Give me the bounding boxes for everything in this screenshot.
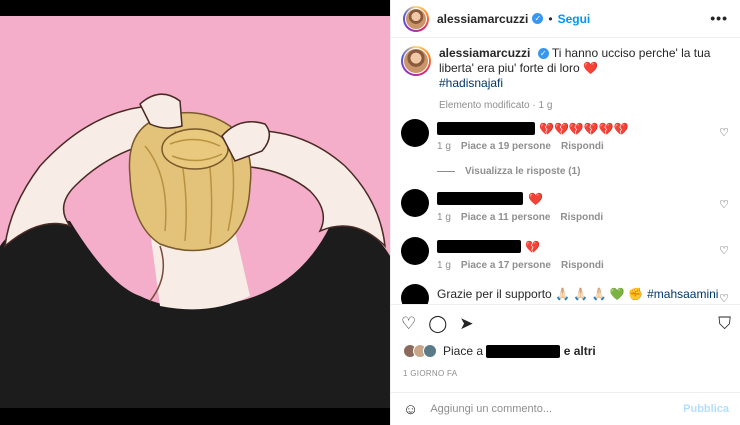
redacted-username (437, 240, 521, 253)
redacted-username (437, 122, 535, 135)
letterbox-top (0, 0, 390, 16)
add-comment-bar: ☺ Pubblica (391, 392, 740, 425)
comment-avatar[interactable] (401, 237, 429, 265)
comment-avatar[interactable] (401, 189, 429, 217)
comment-like-icon[interactable]: ♡ (719, 126, 729, 139)
share-icon[interactable]: ➤ (459, 314, 473, 334)
post-modal: alessiamarcuzzi ✓ • Segui ••• alessiamar… (0, 0, 740, 425)
comment-emoji: 💔💔💔💔💔💔 (539, 121, 629, 136)
comment-like-icon[interactable]: ♡ (719, 244, 729, 257)
post-time: 1 GIORNO FA (403, 369, 458, 378)
caption-hashtag[interactable]: #hadisnajafi (439, 76, 731, 91)
likes-prefix: Piace a (443, 344, 484, 358)
avatar[interactable] (403, 5, 429, 32)
reply-button[interactable]: Rispondi (560, 212, 603, 223)
post-header: alessiamarcuzzi ✓ • Segui ••• (391, 0, 740, 38)
comment-emoji: 💔 (525, 239, 540, 254)
letterbox-bottom (0, 408, 390, 425)
post-image[interactable] (0, 0, 390, 425)
separator-dot: • (548, 11, 553, 26)
comment-avatar[interactable] (401, 284, 429, 304)
comment-input[interactable] (430, 403, 671, 415)
post-caption: alessiamarcuzzi ✓ Ti hanno ucciso perche… (401, 46, 731, 113)
redacted-username (437, 192, 523, 205)
comment-emoji: ❤️ (528, 191, 543, 206)
emoji-icon[interactable]: ☺ (403, 401, 418, 418)
reply-button[interactable]: Rispondi (561, 141, 604, 152)
comment-likes[interactable]: Piace a 17 persone (461, 260, 551, 271)
follow-button[interactable]: Segui (558, 12, 591, 26)
comments-list[interactable]: alessiamarcuzzi ✓ Ti hanno ucciso perche… (391, 38, 740, 304)
redacted-liker (486, 345, 561, 359)
avatar[interactable] (401, 46, 431, 76)
comment-avatar[interactable] (401, 119, 429, 147)
action-bar: ♡ ◯ ➤ ⛉ (391, 304, 740, 342)
comment-likes[interactable]: Piace a 19 persone (461, 141, 551, 152)
likes-suffix[interactable]: e altri (564, 344, 596, 358)
verified-badge-icon: ✓ (537, 48, 549, 60)
comment-like-icon[interactable]: ♡ (719, 292, 729, 304)
publish-button[interactable]: Pubblica (683, 403, 729, 415)
caption-username[interactable]: alessiamarcuzzi (439, 46, 530, 60)
verified-badge-icon: ✓ (532, 13, 544, 24)
caption-heart-emoji: ❤️ (583, 61, 598, 75)
comment-age: 1 g (437, 212, 451, 223)
heart-icon[interactable]: ♡ (401, 314, 416, 334)
view-replies-button[interactable]: Visualizza le risposte (1) (437, 166, 580, 177)
comment-likes[interactable]: Piace a 11 persone (461, 212, 551, 223)
liker-avatar (423, 344, 437, 359)
more-options-icon[interactable]: ••• (710, 10, 728, 26)
comment-age: 1 g (437, 260, 451, 271)
comment-text: Grazie per il supporto 🙏🏻 🙏🏻 🙏🏻 💚 ✊ (437, 286, 644, 301)
post-sidebar: alessiamarcuzzi ✓ • Segui ••• alessiamar… (390, 0, 740, 425)
bookmark-icon[interactable]: ⛉ (718, 314, 731, 334)
reply-button[interactable]: Rispondi (561, 260, 604, 271)
likes-summary[interactable]: Piace a e altri (403, 344, 596, 359)
illustration-hair-bun (0, 16, 390, 408)
caption-meta: Elemento modificato · 1 g (439, 100, 553, 111)
comment-hashtag[interactable]: #mahsaamini (647, 287, 718, 301)
username[interactable]: alessiamarcuzzi (437, 12, 528, 26)
comment-age: 1 g (437, 141, 451, 152)
comment-like-icon[interactable]: ♡ (719, 198, 729, 211)
comment-icon[interactable]: ◯ (428, 314, 447, 334)
